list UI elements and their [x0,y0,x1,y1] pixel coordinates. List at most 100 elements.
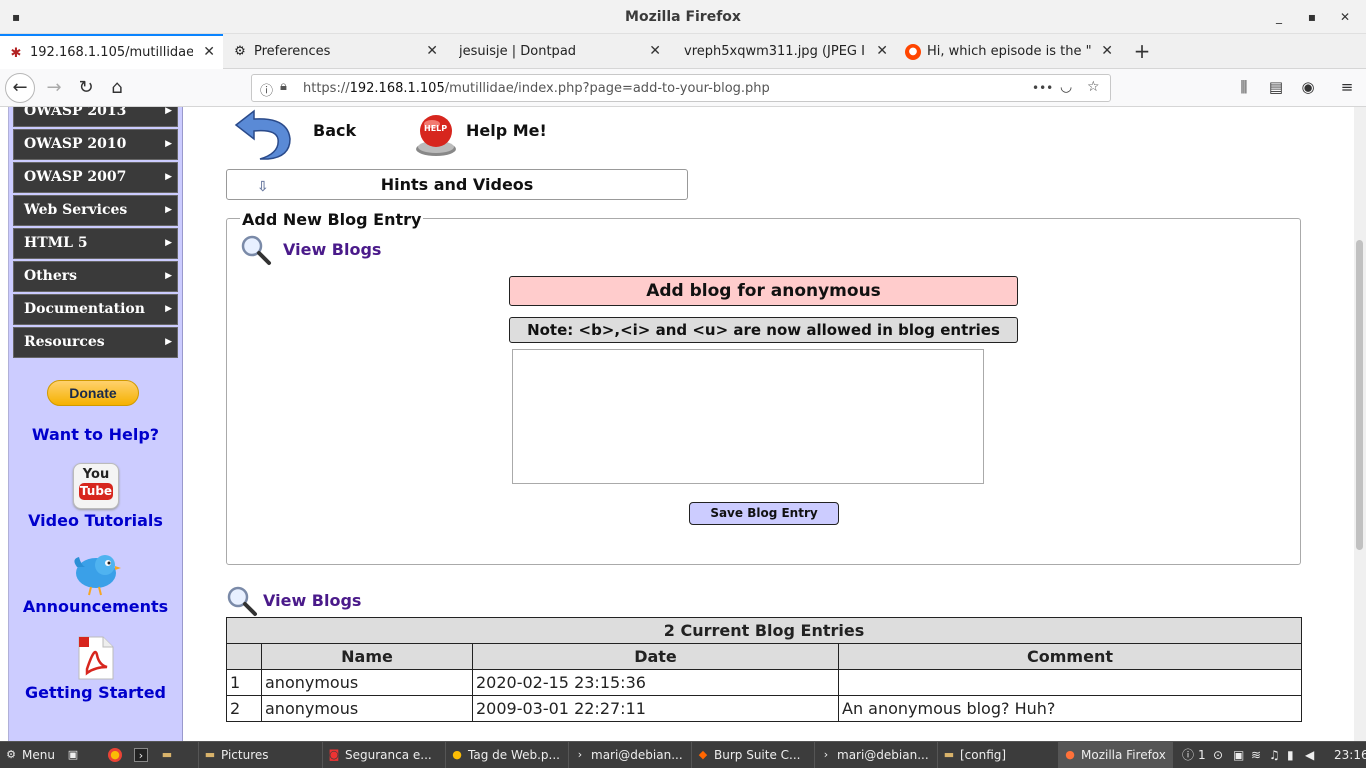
menu-owasp-2010[interactable]: OWASP 2010 ▶ [13,129,178,160]
help-me-icon[interactable]: HELP [414,111,458,157]
hints-and-videos-toggle[interactable]: ⇩ Hints and Videos [226,169,688,200]
taskbar-window-burp-suite[interactable]: ◆ Burp Suite C... [691,742,809,768]
volume-icon[interactable]: ◀ [1305,742,1314,768]
menu-owasp-2013[interactable]: OWASP 2013 ▶ [13,107,178,127]
close-tab-icon[interactable]: ✕ [426,34,438,69]
youtube-icon[interactable]: You Tube [73,463,119,509]
table-header-row: Name Date Comment [226,643,1302,670]
minimize-button[interactable]: _ [1270,8,1288,26]
wifi-icon[interactable]: ≋ [1251,742,1261,768]
want-to-help-link[interactable]: Want to Help? [9,425,182,444]
battery-icon[interactable]: ▮ [1287,742,1294,768]
close-tab-icon[interactable]: ✕ [649,34,661,69]
menu-others[interactable]: Others ▶ [13,261,178,292]
blog-entries-table: 2 Current Blog Entries Name Date Comment… [226,617,1302,722]
menu-label: OWASP 2010 [24,136,127,152]
scrollbar-thumb[interactable] [1356,240,1363,550]
menu-arrow-icon: ▶ [165,337,172,347]
magnifier-icon[interactable] [226,585,258,617]
column-header-date: Date [472,643,839,670]
music-note-icon[interactable]: ♫ [1269,742,1280,768]
menu-documentation[interactable]: Documentation ▶ [13,294,178,325]
tab-dontpad[interactable]: jesuisje | Dontpad ✕ [447,34,669,69]
terminal-icon: › [134,748,148,762]
help-me-link[interactable]: Help Me! [466,121,547,140]
taskbar-window-terminal-2[interactable]: › mari@debian... [814,742,932,768]
back-arrow-icon[interactable]: ← [5,73,35,103]
maximize-button[interactable]: ▪ [1303,8,1321,26]
row-comment: An anonymous blog? Huh? [838,695,1302,722]
menu-label: OWASP 2007 [24,169,127,185]
menu-arrow-icon: ▶ [165,271,172,281]
getting-started-link[interactable]: Getting Started [9,683,182,702]
video-tutorials-link[interactable]: Video Tutorials [9,511,182,530]
folder-icon: ▬ [943,748,955,761]
notification-icon[interactable]: ⓘ [1182,742,1194,768]
screenshot-launcher-icon[interactable]: ▣ [62,742,86,768]
back-link[interactable]: Back [313,121,356,140]
page-actions-icon[interactable]: ••• [1032,81,1053,95]
table-caption: 2 Current Blog Entries [226,617,1302,644]
library-icon[interactable]: ⫼ [1233,78,1255,100]
tab-jpeg-image[interactable]: vreph5xqwm311.jpg (JPEG Im ✕ [670,34,896,69]
menu-label: Documentation [24,301,145,317]
reload-icon[interactable]: ↻ [72,74,100,102]
close-tab-icon[interactable]: ✕ [203,36,215,69]
tab-reddit[interactable]: ● Hi, which episode is the "h ✕ [897,34,1121,69]
account-icon[interactable]: ◉ [1297,78,1319,100]
home-icon[interactable]: ⌂ [103,74,131,102]
magnifier-icon[interactable] [240,234,272,266]
add-blog-header: Add blog for anonymous [509,276,1018,306]
view-blogs-link[interactable]: View Blogs [263,591,361,610]
window-label: Burp Suite C... [714,748,801,762]
url-bar[interactable]: ⓘ 🔒︎ https://192.168.1.105/mutillidae/in… [251,74,1111,102]
close-tab-icon[interactable]: ✕ [876,34,888,69]
back-arrow-icon[interactable] [230,109,296,161]
taskbar-window-firefox[interactable]: ● Mozilla Firefox [1058,742,1173,768]
donate-button[interactable]: Donate [47,380,139,406]
start-menu-button[interactable]: ⚙ Menu [0,742,60,768]
insecure-lock-icon[interactable]: 🔒︎ [280,79,287,94]
menu-owasp-2007[interactable]: OWASP 2007 ▶ [13,162,178,193]
tab-preferences[interactable]: ⚙ Preferences ✕ [224,34,446,69]
tab-mutillidae[interactable]: ✱ 192.168.1.105/mutillidae/i ✕ [0,34,223,69]
menu-web-services[interactable]: Web Services ▶ [13,195,178,226]
menu-resources[interactable]: Resources ▶ [13,327,178,358]
taskbar-window-pictures[interactable]: ▬ Pictures [198,742,316,768]
bookmark-star-icon[interactable]: ☆ [1087,79,1100,95]
menu-label: Others [24,268,78,284]
display-icon[interactable]: ▣ [1233,742,1244,768]
terminal-launcher-icon[interactable]: › [130,742,154,768]
menu-html5[interactable]: HTML 5 ▶ [13,228,178,259]
chrome-launcher-icon[interactable]: ● [104,742,128,768]
forward-arrow-icon[interactable]: → [40,74,68,102]
announcements-link[interactable]: Announcements [9,597,182,616]
close-window-button[interactable]: ✕ [1336,8,1354,26]
new-tab-button[interactable]: + [1128,34,1156,69]
left-sidebar: OWASP 2013 ▶ OWASP 2010 ▶ OWASP 2007 ▶ Web … [8,107,183,741]
menu-arrow-icon: ▶ [165,304,172,314]
taskbar-window-terminal-1[interactable]: › mari@debian... [568,742,686,768]
hamburger-menu-icon[interactable]: ≡ [1336,78,1358,100]
url-text[interactable]: https://192.168.1.105/mutillidae/index.p… [303,81,770,96]
taskbar-window-config[interactable]: ▬ [config] [937,742,1055,768]
blog-entry-textarea[interactable] [512,349,984,484]
sidebar-toggle-icon[interactable]: ▤ [1265,78,1287,100]
window-label: Tag de Web.p... [468,748,560,762]
start-menu-label: Menu [22,748,55,762]
pdf-document-icon[interactable] [75,635,115,681]
twitter-bird-icon[interactable] [69,549,121,597]
save-blog-entry-button[interactable]: Save Blog Entry [689,502,839,525]
notification-count: 1 [1198,748,1206,762]
update-icon[interactable]: ⊙ [1213,742,1223,768]
close-tab-icon[interactable]: ✕ [1101,34,1113,69]
pocket-icon[interactable]: ◡ [1060,79,1072,95]
taskbar-window-tag-de-web[interactable]: ● Tag de Web.p... [445,742,563,768]
taskbar-window-seguranca[interactable]: ◙ Seguranca e... [322,742,440,768]
url-path: /mutillidae/index.php?page=add-to-your-b… [444,81,770,96]
files-launcher-icon[interactable]: ▬ [156,742,180,768]
view-blogs-link[interactable]: View Blogs [283,240,381,259]
table-caption-row: 2 Current Blog Entries [226,617,1302,644]
info-icon[interactable]: ⓘ [260,80,273,99]
navigation-toolbar: ← → ↻ ⌂ ⓘ 🔒︎ https://192.168.1.105/mutil… [0,69,1366,107]
